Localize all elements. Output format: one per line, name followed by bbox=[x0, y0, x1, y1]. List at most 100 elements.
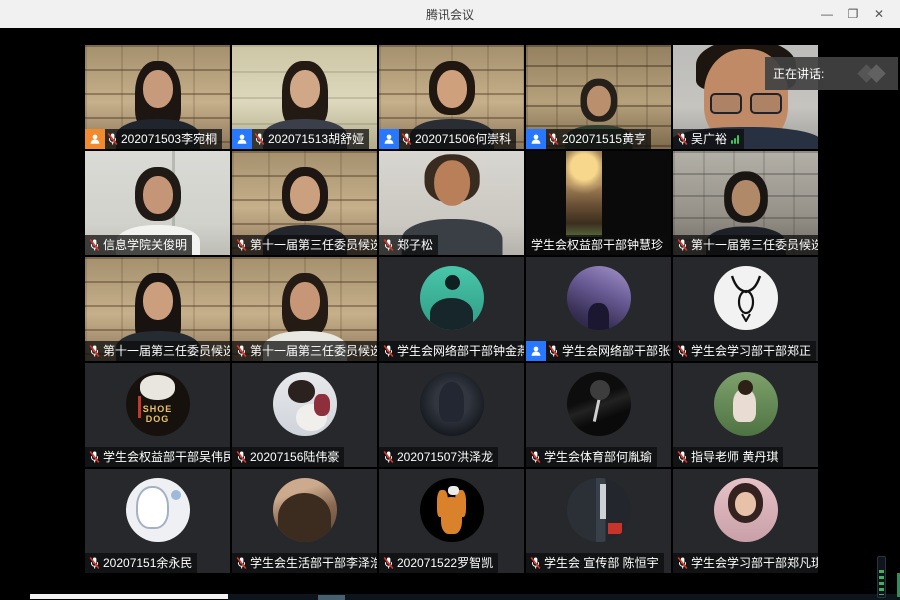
audio-level-icon bbox=[731, 135, 739, 144]
maximize-button[interactable]: ❐ bbox=[840, 0, 866, 28]
member-badge-icon bbox=[526, 129, 546, 149]
video-grid: 202071503李宛桐 202071513胡舒娅 202071506何崇科 2020… bbox=[85, 45, 818, 573]
participant-name: 学生会权益部干部吴伟民 bbox=[100, 447, 230, 467]
participant-label: 学生会学习部干部郑正 bbox=[673, 341, 816, 361]
participant-label: 学生会学习部干部郑凡琪 bbox=[673, 553, 818, 573]
participant-label: 学生会体育部何胤瑜 bbox=[526, 447, 657, 467]
participant-label: 20207156陆伟豪 bbox=[232, 447, 344, 467]
participant-name: 指导老师 黄丹琪 bbox=[688, 447, 778, 467]
participant-name: 202071506何崇科 bbox=[412, 129, 511, 149]
mic-muted-icon bbox=[383, 556, 394, 570]
mic-muted-icon bbox=[236, 344, 247, 358]
video-tile[interactable]: 第十一届第三任委员候选... bbox=[85, 257, 230, 361]
participant-avatar bbox=[567, 372, 631, 436]
participant-name: 20207151余永民 bbox=[100, 553, 192, 573]
video-tile[interactable]: 学生会体育部何胤瑜 bbox=[526, 363, 671, 467]
video-tile[interactable]: 学生会网络部干部钟金燕 bbox=[379, 257, 524, 361]
participant-avatar bbox=[714, 266, 778, 330]
mic-muted-icon bbox=[401, 132, 412, 146]
participant-label: 吴广裕 bbox=[673, 129, 744, 149]
participant-name: 吴广裕 bbox=[688, 129, 727, 149]
member-badge-icon bbox=[526, 341, 546, 361]
video-tile[interactable]: SHOE DOG学生会权益部干部吴伟民 bbox=[85, 363, 230, 467]
mic-muted-icon bbox=[236, 238, 247, 252]
mic-muted-icon bbox=[548, 132, 559, 146]
participant-label: 第十一届第三任委员候选... bbox=[673, 235, 818, 255]
video-tile[interactable]: 202071515黄亨 bbox=[526, 45, 671, 149]
mic-muted-icon bbox=[530, 450, 541, 464]
video-tile[interactable]: 202071507洪泽龙 bbox=[379, 363, 524, 467]
window-controls: — ❐ ✕ bbox=[814, 0, 892, 28]
video-tile[interactable]: 20207156陆伟豪 bbox=[232, 363, 377, 467]
member-badge-icon bbox=[85, 129, 105, 149]
video-tile[interactable]: 202071522罗智凯 bbox=[379, 469, 524, 573]
participant-avatar bbox=[714, 478, 778, 542]
meeting-stage: 202071503李宛桐 202071513胡舒娅 202071506何崇科 2020… bbox=[0, 28, 900, 600]
participant-label: 202071513胡舒娅 bbox=[232, 129, 369, 149]
participant-avatar bbox=[567, 266, 631, 330]
scrollbar[interactable] bbox=[877, 556, 886, 598]
mic-muted-icon bbox=[89, 556, 100, 570]
participant-name: 学生会 宣传部 陈恒宇 bbox=[541, 553, 659, 573]
participant-avatar bbox=[420, 372, 484, 436]
video-tile[interactable]: 学生会网络部干部张仲颖 bbox=[526, 257, 671, 361]
participant-name: 202071515黄亨 bbox=[559, 129, 646, 149]
close-button[interactable]: ✕ bbox=[866, 0, 892, 28]
video-tile[interactable]: 202071506何崇科 bbox=[379, 45, 524, 149]
video-tile[interactable]: 202071513胡舒娅 bbox=[232, 45, 377, 149]
video-tile[interactable]: 学生会 宣传部 陈恒宇 bbox=[526, 469, 671, 573]
mic-muted-icon bbox=[89, 344, 100, 358]
member-badge-icon bbox=[379, 129, 399, 149]
participant-name: 学生会网络部干部钟金燕 bbox=[394, 341, 524, 361]
mic-muted-icon bbox=[677, 238, 688, 252]
mic-muted-icon bbox=[107, 132, 118, 146]
video-tile[interactable]: 第十一届第三任委员候选... bbox=[232, 257, 377, 361]
participant-label: 202071522罗智凯 bbox=[379, 553, 498, 573]
participant-name: 信息学院关俊明 bbox=[100, 235, 187, 255]
member-badge-icon bbox=[232, 129, 252, 149]
video-tile[interactable]: 学生会学习部干部郑正 bbox=[673, 257, 818, 361]
video-tile[interactable]: 20207151余永民 bbox=[85, 469, 230, 573]
mic-muted-icon bbox=[530, 556, 541, 570]
background-window-edge-light bbox=[30, 594, 228, 599]
participant-label: 第十一届第三任委员候选... bbox=[85, 341, 230, 361]
video-tile[interactable]: 指导老师 黄丹琪 bbox=[673, 363, 818, 467]
video-tile[interactable]: 学生会生活部干部李泽浩 bbox=[232, 469, 377, 573]
participant-label: 指导老师 黄丹琪 bbox=[673, 447, 783, 467]
participant-avatar bbox=[714, 372, 778, 436]
participant-name: 郑子松 bbox=[394, 235, 433, 255]
video-tile[interactable]: 郑子松 bbox=[379, 151, 524, 255]
participant-name: 20207156陆伟豪 bbox=[247, 447, 339, 467]
participant-avatar bbox=[420, 266, 484, 330]
participant-name: 202071513胡舒娅 bbox=[265, 129, 364, 149]
participant-avatar bbox=[567, 478, 631, 542]
video-tile[interactable]: 学生会权益部干部钟慧珍 bbox=[526, 151, 671, 255]
participant-name: 学生会生活部干部李泽浩 bbox=[247, 553, 377, 573]
mic-muted-icon bbox=[677, 450, 688, 464]
participant-label: 学生会权益部干部钟慧珍 bbox=[526, 235, 668, 255]
participant-name: 第十一届第三任委员候选... bbox=[100, 341, 230, 361]
mic-muted-icon bbox=[383, 344, 394, 358]
video-tile[interactable]: 第十一届第三任委员候选... bbox=[232, 151, 377, 255]
participant-label: 202071507洪泽龙 bbox=[379, 447, 498, 467]
video-tile[interactable]: 第十一届第三任委员候选... bbox=[673, 151, 818, 255]
participant-name: 202071522罗智凯 bbox=[394, 553, 493, 573]
mic-muted-icon bbox=[89, 450, 100, 464]
participant-label: 第十一届第三任委员候选... bbox=[232, 235, 377, 255]
participant-label: 学生会网络部干部张仲颖 bbox=[526, 341, 671, 361]
participant-name: 第十一届第三任委员候选... bbox=[688, 235, 818, 255]
participant-name: 学生会学习部干部郑正 bbox=[688, 341, 811, 361]
video-tile[interactable]: 学生会学习部干部郑凡琪 bbox=[673, 469, 818, 573]
participant-name: 学生会网络部干部张仲颖 bbox=[559, 341, 671, 361]
background-window-edge-accent bbox=[318, 595, 345, 600]
video-tile[interactable]: 202071503李宛桐 bbox=[85, 45, 230, 149]
mic-muted-icon bbox=[677, 556, 688, 570]
participant-name: 202071503李宛桐 bbox=[118, 129, 217, 149]
participant-avatar bbox=[273, 478, 337, 542]
minimize-button[interactable]: — bbox=[814, 0, 840, 28]
video-tile[interactable]: 信息学院关俊明 bbox=[85, 151, 230, 255]
participant-label: 学生会权益部干部吴伟民 bbox=[85, 447, 230, 467]
participant-label: 202071515黄亨 bbox=[526, 129, 651, 149]
participant-label: 学生会 宣传部 陈恒宇 bbox=[526, 553, 664, 573]
mic-muted-icon bbox=[254, 132, 265, 146]
